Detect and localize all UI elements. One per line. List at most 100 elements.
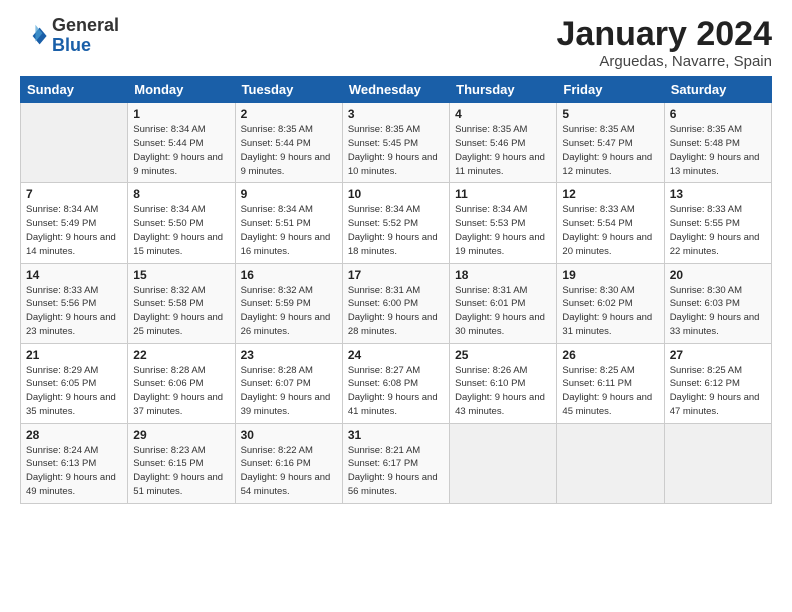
calendar-cell [557,423,664,503]
day-info: Sunrise: 8:35 AMSunset: 5:48 PMDaylight:… [670,123,766,178]
day-number: 21 [26,348,122,362]
calendar-cell: 27 Sunrise: 8:25 AMSunset: 6:12 PMDayligh… [664,343,771,423]
calendar-cell: 24 Sunrise: 8:27 AMSunset: 6:08 PMDayligh… [342,343,449,423]
day-info: Sunrise: 8:30 AMSunset: 6:03 PMDaylight:… [670,284,766,339]
day-number: 26 [562,348,658,362]
day-number: 6 [670,107,766,121]
calendar-cell: 1 Sunrise: 8:34 AMSunset: 5:44 PMDaylight… [128,103,235,183]
day-info: Sunrise: 8:26 AMSunset: 6:10 PMDaylight:… [455,364,551,419]
calendar-cell: 19 Sunrise: 8:30 AMSunset: 6:02 PMDayligh… [557,263,664,343]
calendar-cell: 4 Sunrise: 8:35 AMSunset: 5:46 PMDaylight… [450,103,557,183]
day-info: Sunrise: 8:35 AMSunset: 5:47 PMDaylight:… [562,123,658,178]
day-number: 2 [241,107,337,121]
day-info: Sunrise: 8:34 AMSunset: 5:50 PMDaylight:… [133,203,229,258]
logo-text-blue: Blue [52,36,119,56]
logo-text-general: General [52,16,119,36]
day-header-sunday: Sunday [21,77,128,103]
day-info: Sunrise: 8:22 AMSunset: 6:16 PMDaylight:… [241,444,337,499]
day-number: 13 [670,187,766,201]
day-number: 19 [562,268,658,282]
day-number: 10 [348,187,444,201]
day-info: Sunrise: 8:25 AMSunset: 6:12 PMDaylight:… [670,364,766,419]
day-number: 14 [26,268,122,282]
main-container: General Blue January 2024 Arguedas, Nava… [0,0,792,514]
calendar-cell: 30 Sunrise: 8:22 AMSunset: 6:16 PMDayligh… [235,423,342,503]
day-number: 28 [26,428,122,442]
week-row-5: 28Sunrise: 8:24 AMSunset: 6:13 PMDayligh… [21,423,772,503]
day-info: Sunrise: 8:31 AMSunset: 6:01 PMDaylight:… [455,284,551,339]
day-number: 3 [348,107,444,121]
day-header-thursday: Thursday [450,77,557,103]
calendar-cell: 8 Sunrise: 8:34 AMSunset: 5:50 PMDaylight… [128,183,235,263]
day-info: Sunrise: 8:35 AMSunset: 5:46 PMDaylight:… [455,123,551,178]
day-header-friday: Friday [557,77,664,103]
calendar-cell: 14 Sunrise: 8:33 AMSunset: 5:56 PMDayligh… [21,263,128,343]
calendar-cell [21,103,128,183]
calendar-table: SundayMondayTuesdayWednesdayThursdayFrid… [20,76,772,503]
logo-icon [20,22,48,50]
calendar-cell: 22 Sunrise: 8:28 AMSunset: 6:06 PMDayligh… [128,343,235,423]
calendar-cell: 11 Sunrise: 8:34 AMSunset: 5:53 PMDayligh… [450,183,557,263]
calendar-cell: 20Sunrise: 8:30 AMSunset: 6:03 PMDayligh… [664,263,771,343]
calendar-cell: 9Sunrise: 8:34 AMSunset: 5:51 PMDaylight… [235,183,342,263]
day-info: Sunrise: 8:34 AMSunset: 5:53 PMDaylight:… [455,203,551,258]
calendar-cell: 6 Sunrise: 8:35 AMSunset: 5:48 PMDaylight… [664,103,771,183]
day-info: Sunrise: 8:35 AMSunset: 5:44 PMDaylight:… [241,123,337,178]
day-header-tuesday: Tuesday [235,77,342,103]
day-number: 1 [133,107,229,121]
calendar-cell: 3 Sunrise: 8:35 AMSunset: 5:45 PMDaylight… [342,103,449,183]
week-row-2: 7 Sunrise: 8:34 AMSunset: 5:49 PMDaylight… [21,183,772,263]
day-number: 17 [348,268,444,282]
day-info: Sunrise: 8:31 AMSunset: 6:00 PMDaylight:… [348,284,444,339]
day-info: Sunrise: 8:34 AMSunset: 5:44 PMDaylight:… [133,123,229,178]
day-info: Sunrise: 8:28 AMSunset: 6:07 PMDaylight:… [241,364,337,419]
day-info: Sunrise: 8:23 AMSunset: 6:15 PMDaylight:… [133,444,229,499]
day-info: Sunrise: 8:27 AMSunset: 6:08 PMDaylight:… [348,364,444,419]
day-number: 18 [455,268,551,282]
calendar-cell: 26 Sunrise: 8:25 AMSunset: 6:11 PMDayligh… [557,343,664,423]
day-info: Sunrise: 8:29 AMSunset: 6:05 PMDaylight:… [26,364,122,419]
calendar-cell: 7 Sunrise: 8:34 AMSunset: 5:49 PMDaylight… [21,183,128,263]
calendar-cell: 17 Sunrise: 8:31 AMSunset: 6:00 PMDayligh… [342,263,449,343]
day-number: 11 [455,187,551,201]
day-number: 12 [562,187,658,201]
day-info: Sunrise: 8:34 AMSunset: 5:52 PMDaylight:… [348,203,444,258]
day-info: Sunrise: 8:34 AMSunset: 5:49 PMDaylight:… [26,203,122,258]
day-info: Sunrise: 8:32 AMSunset: 5:59 PMDaylight:… [241,284,337,339]
day-number: 15 [133,268,229,282]
day-info: Sunrise: 8:32 AMSunset: 5:58 PMDaylight:… [133,284,229,339]
calendar-cell: 29 Sunrise: 8:23 AMSunset: 6:15 PMDayligh… [128,423,235,503]
calendar-title: January 2024 [557,16,773,53]
calendar-cell: 12 Sunrise: 8:33 AMSunset: 5:54 PMDayligh… [557,183,664,263]
week-row-3: 14 Sunrise: 8:33 AMSunset: 5:56 PMDayligh… [21,263,772,343]
day-info: Sunrise: 8:21 AMSunset: 6:17 PMDaylight:… [348,444,444,499]
calendar-subtitle: Arguedas, Navarre, Spain [557,53,773,70]
day-number: 27 [670,348,766,362]
day-number: 8 [133,187,229,201]
calendar-cell: 28Sunrise: 8:24 AMSunset: 6:13 PMDayligh… [21,423,128,503]
title-block: January 2024 Arguedas, Navarre, Spain [557,16,773,70]
day-number: 16 [241,268,337,282]
day-number: 29 [133,428,229,442]
day-number: 5 [562,107,658,121]
day-info: Sunrise: 8:25 AMSunset: 6:11 PMDaylight:… [562,364,658,419]
calendar-cell: 13 Sunrise: 8:33 AMSunset: 5:55 PMDayligh… [664,183,771,263]
day-header-saturday: Saturday [664,77,771,103]
day-number: 24 [348,348,444,362]
header: General Blue January 2024 Arguedas, Nava… [20,16,772,70]
day-info: Sunrise: 8:28 AMSunset: 6:06 PMDaylight:… [133,364,229,419]
day-number: 30 [241,428,337,442]
calendar-cell: 18 Sunrise: 8:31 AMSunset: 6:01 PMDayligh… [450,263,557,343]
day-number: 4 [455,107,551,121]
day-number: 7 [26,187,122,201]
day-info: Sunrise: 8:33 AMSunset: 5:55 PMDaylight:… [670,203,766,258]
day-info: Sunrise: 8:30 AMSunset: 6:02 PMDaylight:… [562,284,658,339]
logo: General Blue [20,16,119,56]
day-info: Sunrise: 8:33 AMSunset: 5:54 PMDaylight:… [562,203,658,258]
day-number: 31 [348,428,444,442]
day-info: Sunrise: 8:33 AMSunset: 5:56 PMDaylight:… [26,284,122,339]
calendar-cell: 2 Sunrise: 8:35 AMSunset: 5:44 PMDaylight… [235,103,342,183]
day-info: Sunrise: 8:35 AMSunset: 5:45 PMDaylight:… [348,123,444,178]
calendar-cell: 15 Sunrise: 8:32 AMSunset: 5:58 PMDayligh… [128,263,235,343]
day-number: 22 [133,348,229,362]
